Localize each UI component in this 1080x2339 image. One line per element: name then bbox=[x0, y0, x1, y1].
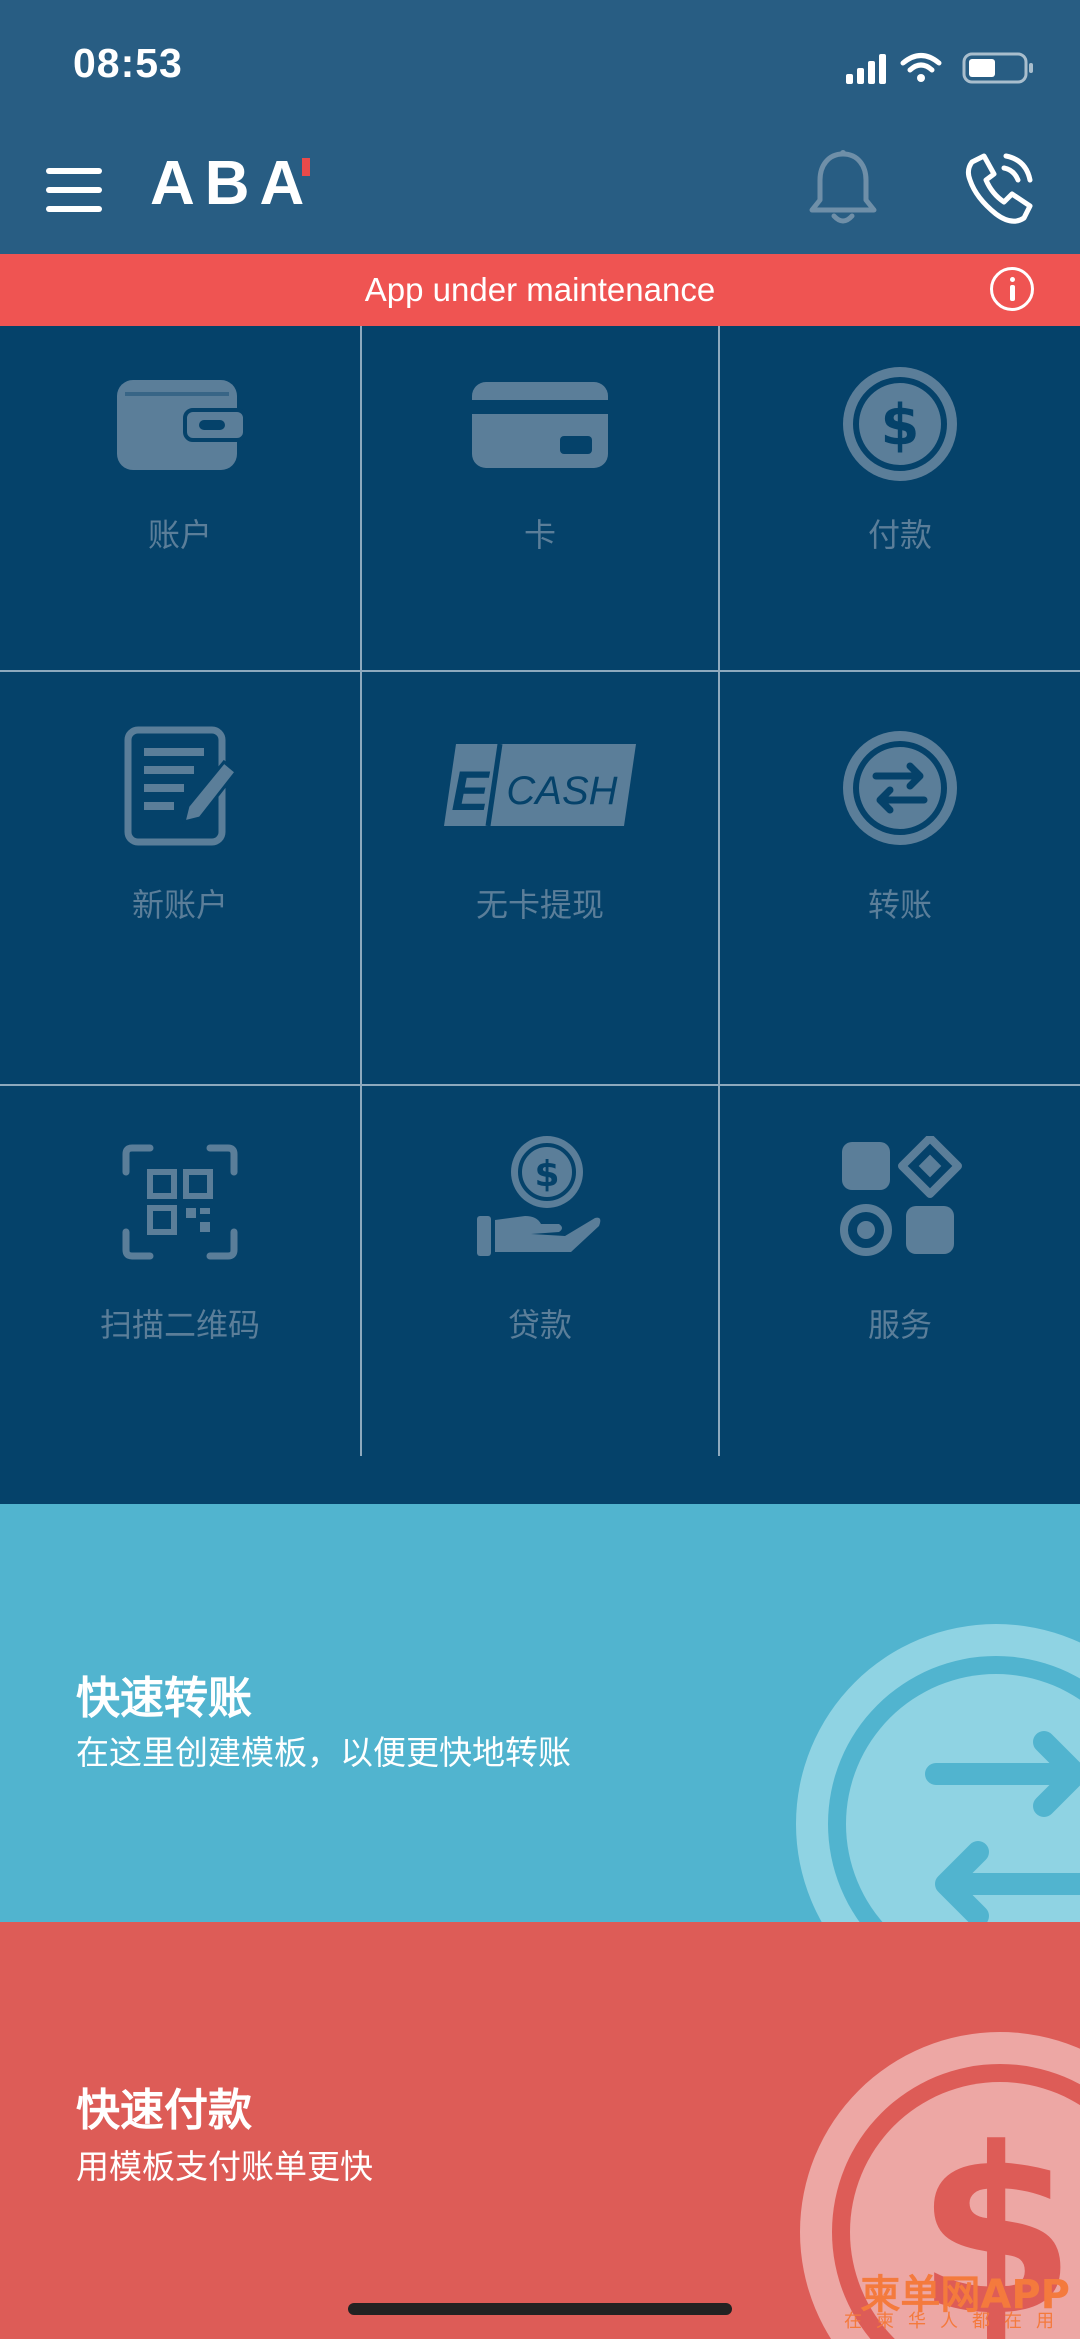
quick-pay-title: 快速付款 bbox=[76, 2085, 252, 2136]
grid-item-card[interactable]: 卡 bbox=[360, 326, 720, 670]
quick-pay-subtitle: 用模板支付账单更快 bbox=[76, 2147, 373, 2186]
maintenance-text: App under maintenance bbox=[364, 271, 716, 308]
card-icon bbox=[472, 382, 608, 468]
grid-item-label: 付款 bbox=[867, 516, 932, 554]
wallet-icon bbox=[117, 380, 245, 470]
grid-item-label: 账户 bbox=[147, 516, 212, 554]
ecash-icon: E CASH bbox=[444, 743, 636, 827]
svg-text:E: E bbox=[451, 759, 490, 822]
grid-item-cardless-withdrawal[interactable]: E CASH 无卡提现 bbox=[360, 672, 720, 1084]
signal-icon bbox=[846, 54, 886, 84]
svg-text:$: $ bbox=[534, 1154, 559, 1195]
grid-item-payment[interactable]: $ 付款 bbox=[720, 326, 1080, 670]
grid-item-label: 卡 bbox=[523, 516, 556, 554]
grid-item-label: 服务 bbox=[867, 1306, 932, 1344]
grid-item-scan-qr[interactable]: 扫描二维码 bbox=[0, 1086, 360, 1506]
maintenance-banner[interactable]: App under maintenance bbox=[0, 254, 1080, 326]
dollar-coin-icon: $ bbox=[843, 367, 957, 481]
svg-text:CASH: CASH bbox=[506, 769, 617, 813]
wifi-icon bbox=[900, 53, 942, 73]
grid-item-label: 扫描二维码 bbox=[99, 1306, 260, 1344]
aba-logo: ABA bbox=[150, 149, 315, 218]
menu-grid: 账户 卡 $ 付款 新账户 E CASH 无卡提现 转账 扫描二维码 $ 贷款 … bbox=[0, 326, 1080, 1504]
quick-transfer-title: 快速转账 bbox=[76, 1673, 252, 1724]
grid-item-services[interactable]: 服务 bbox=[720, 1086, 1080, 1506]
info-icon[interactable] bbox=[990, 267, 1034, 311]
document-pen-icon bbox=[124, 726, 239, 846]
wifi-dot bbox=[917, 74, 925, 82]
grid-item-label: 无卡提现 bbox=[475, 886, 604, 924]
services-icon bbox=[840, 1136, 962, 1256]
status-icons bbox=[846, 52, 1033, 84]
quick-transfer-subtitle: 在这里创建模板，以便更快地转账 bbox=[76, 1733, 571, 1772]
battery-icon bbox=[962, 52, 1033, 84]
home-indicator[interactable] bbox=[348, 2303, 732, 2315]
svg-text:$: $ bbox=[881, 393, 920, 458]
loan-hand-icon: $ bbox=[477, 1136, 601, 1256]
status-time: 08:53 bbox=[73, 40, 183, 86]
grid-item-label: 转账 bbox=[867, 886, 932, 924]
grid-item-loan[interactable]: $ 贷款 bbox=[360, 1086, 720, 1506]
notification-bell-icon[interactable] bbox=[808, 148, 878, 228]
hamburger-menu-button[interactable] bbox=[46, 168, 102, 212]
grid-item-transfer[interactable]: 转账 bbox=[720, 672, 1080, 1084]
grid-item-label: 贷款 bbox=[507, 1306, 572, 1344]
qr-scan-icon bbox=[122, 1144, 238, 1260]
transfer-arrows-icon bbox=[843, 731, 957, 845]
watermark-tagline: 在柬华人都在用 bbox=[844, 2311, 1068, 2332]
top-bar: 08:53 ABA bbox=[0, 0, 1080, 254]
quick-transfer-card[interactable]: 快速转账 在这里创建模板，以便更快地转账 bbox=[0, 1504, 1080, 1922]
phone-call-icon[interactable] bbox=[962, 150, 1036, 226]
grid-item-label: 新账户 bbox=[131, 886, 228, 924]
transfer-circle-icon bbox=[796, 1624, 1080, 1922]
logo-mark bbox=[302, 158, 310, 176]
grid-item-new-account[interactable]: 新账户 bbox=[0, 672, 360, 1084]
grid-item-account[interactable]: 账户 bbox=[0, 326, 360, 670]
